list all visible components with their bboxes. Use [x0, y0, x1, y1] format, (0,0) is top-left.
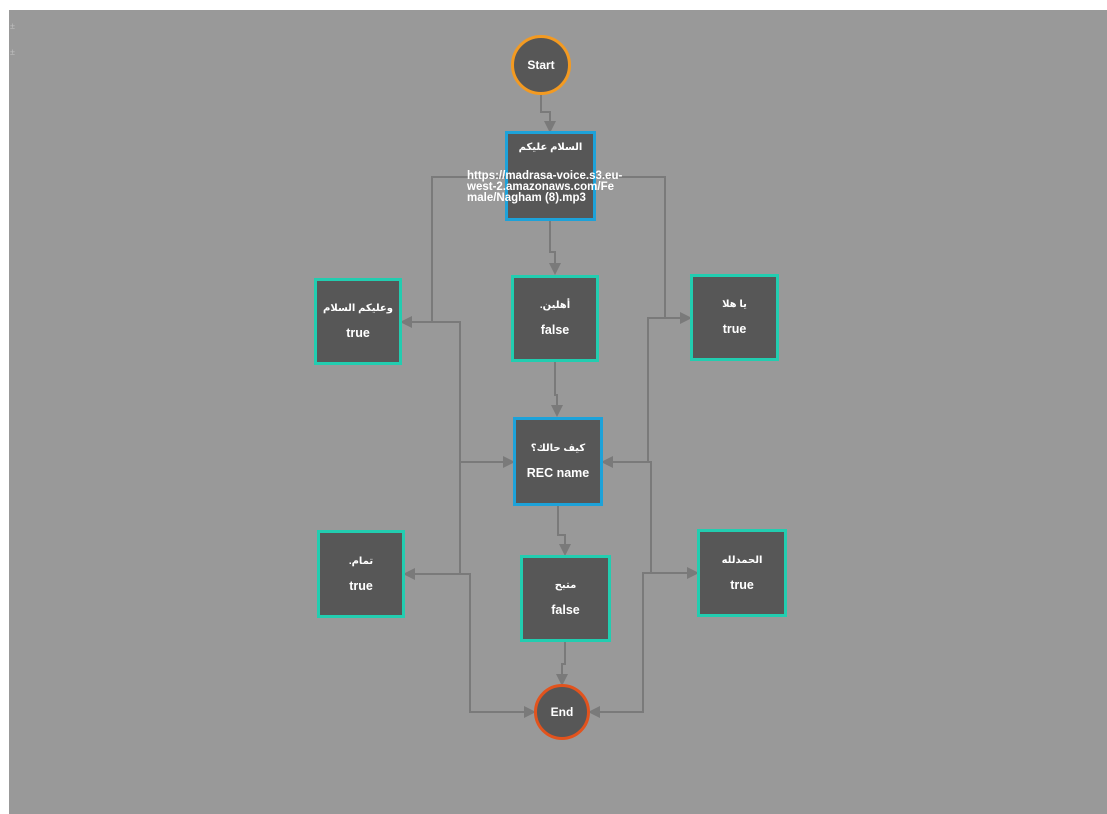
reply-left-title: وعليكم السلام: [323, 303, 393, 314]
reply-mid-value: false: [540, 323, 570, 337]
greeting-node[interactable]: السلام عليكم https://madrasa-voice.s3.eu…: [467, 131, 622, 221]
edge-question-answer-left: [403, 461, 513, 580]
answer-right-node[interactable]: الحمدلله true: [697, 529, 787, 617]
question-node[interactable]: كيف حالك؟ REC name: [513, 417, 603, 506]
edge-mid-question: [551, 362, 563, 417]
question-title: كيف حالك؟: [530, 443, 586, 454]
edge-left-question: [402, 321, 515, 468]
edge-start-greeting: [540, 94, 556, 133]
start-node[interactable]: Start: [511, 35, 571, 95]
reply-right-node[interactable]: يا هلا true: [690, 274, 779, 361]
answer-mid-value: false: [551, 603, 580, 617]
greeting-title: السلام عليكم: [518, 142, 583, 153]
audio-url: https://madrasa-voice.s3.eu- west-2.amaz…: [467, 170, 622, 204]
answer-mid-title: متبح: [554, 580, 577, 591]
edge-right-question: [601, 317, 690, 468]
reply-left-value: true: [346, 326, 370, 340]
answer-left-node[interactable]: تمام. true: [317, 530, 405, 618]
edge-greeting-mid: [549, 221, 561, 275]
start-label: Start: [527, 58, 555, 72]
answer-left-value: true: [349, 578, 373, 593]
answer-left-title: تمام.: [348, 555, 374, 567]
answer-right-value: true: [730, 577, 754, 592]
reply-right-title: يا هلا: [722, 299, 747, 310]
answer-right-title: الحمدلله: [721, 554, 763, 566]
edge-answer-mid-end: [556, 641, 568, 686]
edge-question-answer-right: [603, 461, 699, 579]
reply-left-node[interactable]: وعليكم السلام true: [314, 278, 402, 365]
audio-url-line-3: male/Nagham (8).mp3: [467, 192, 586, 204]
question-value: REC name: [526, 466, 590, 480]
edge-question-answer-mid: [557, 506, 571, 556]
answer-mid-node[interactable]: متبح false: [520, 555, 611, 642]
reply-right-value: true: [722, 322, 747, 336]
edge-answer-left-end: [405, 573, 536, 718]
reply-mid-node[interactable]: أهلين. false: [511, 275, 599, 362]
end-node[interactable]: End: [534, 684, 590, 740]
end-label: End: [550, 705, 574, 719]
reply-mid-title: أهلين.: [539, 300, 571, 311]
